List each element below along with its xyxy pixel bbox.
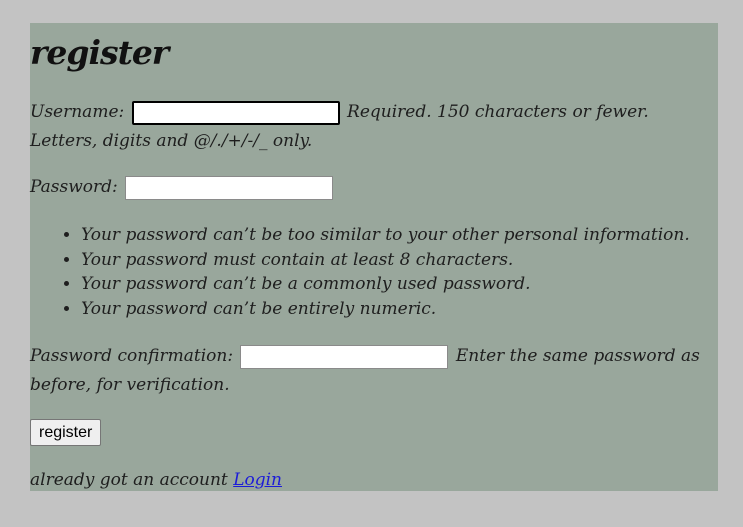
password-rule: Your password can’t be too similar to yo… [81, 223, 690, 248]
password-input[interactable] [125, 175, 334, 200]
login-link[interactable]: Login [233, 470, 282, 490]
password-rules-list: Your password can’t be too similar to yo… [30, 223, 690, 321]
footer-text: already got an account [30, 470, 228, 490]
password-confirmation-input[interactable] [240, 344, 449, 369]
password-rule: Your password can’t be entirely numeric. [81, 297, 690, 322]
password-rule: Your password can’t be a commonly used p… [81, 272, 690, 297]
footer: already got an account Login [30, 466, 282, 494]
password-confirmation-row: Password confirmation: Enter the same pa… [30, 342, 710, 400]
username-input[interactable] [131, 100, 340, 125]
username-label: Username: [30, 102, 125, 122]
password-label: Password: [30, 177, 118, 197]
register-button[interactable]: register [30, 419, 102, 446]
password-confirmation-label: Password confirmation: [30, 346, 234, 366]
password-rule: Your password must contain at least 8 ch… [81, 248, 690, 273]
register-panel: register Username: Required. 150 charact… [30, 23, 718, 491]
page-title: register [30, 33, 169, 72]
password-row: Password: [30, 173, 710, 202]
username-row: Username: Required. 150 characters or fe… [30, 98, 710, 156]
